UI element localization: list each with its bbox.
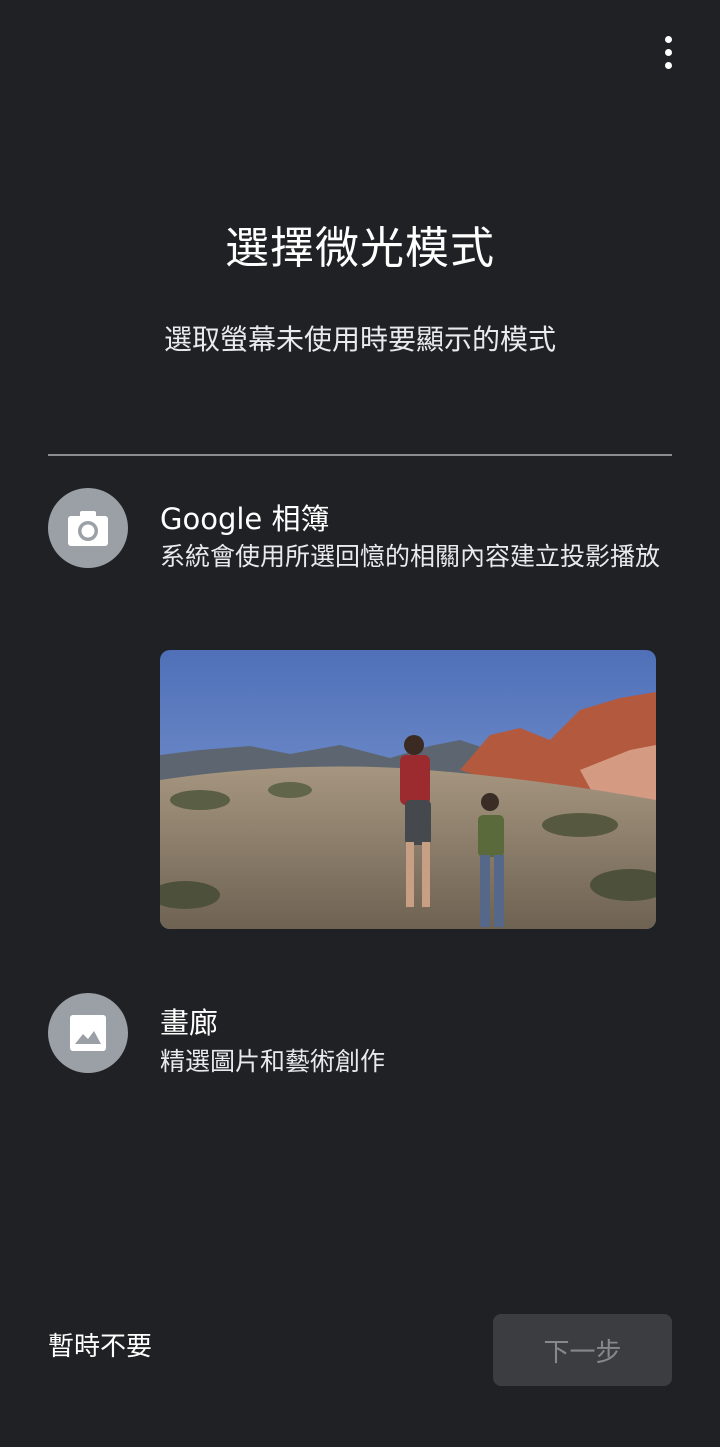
page-title: 選擇微光模式 [225, 223, 495, 274]
google-photos-preview-image [160, 650, 656, 929]
image-icon [70, 1015, 106, 1051]
option-gallery-radio[interactable] [48, 993, 128, 1073]
more-vert-icon[interactable] [648, 30, 688, 74]
option-gallery-title[interactable]: 畫廊 [160, 1000, 218, 1042]
ambient-mode-setup-screen: 選擇微光模式 選取螢幕未使用時要顯示的模式 Google 相簿 系統會使用所選回… [0, 0, 720, 1447]
option-google-photos-radio[interactable] [48, 488, 128, 568]
option-google-photos-description: 系統會使用所選回憶的相關內容建立投影播放 [160, 542, 661, 571]
skip-button[interactable]: 暫時不要 [48, 1326, 152, 1363]
camera-icon [68, 511, 108, 546]
divider [48, 454, 672, 456]
next-button[interactable]: 下一步 [493, 1314, 672, 1386]
option-gallery-description: 精選圖片和藝術創作 [160, 1047, 386, 1076]
page-subtitle: 選取螢幕未使用時要顯示的模式 [163, 323, 556, 356]
